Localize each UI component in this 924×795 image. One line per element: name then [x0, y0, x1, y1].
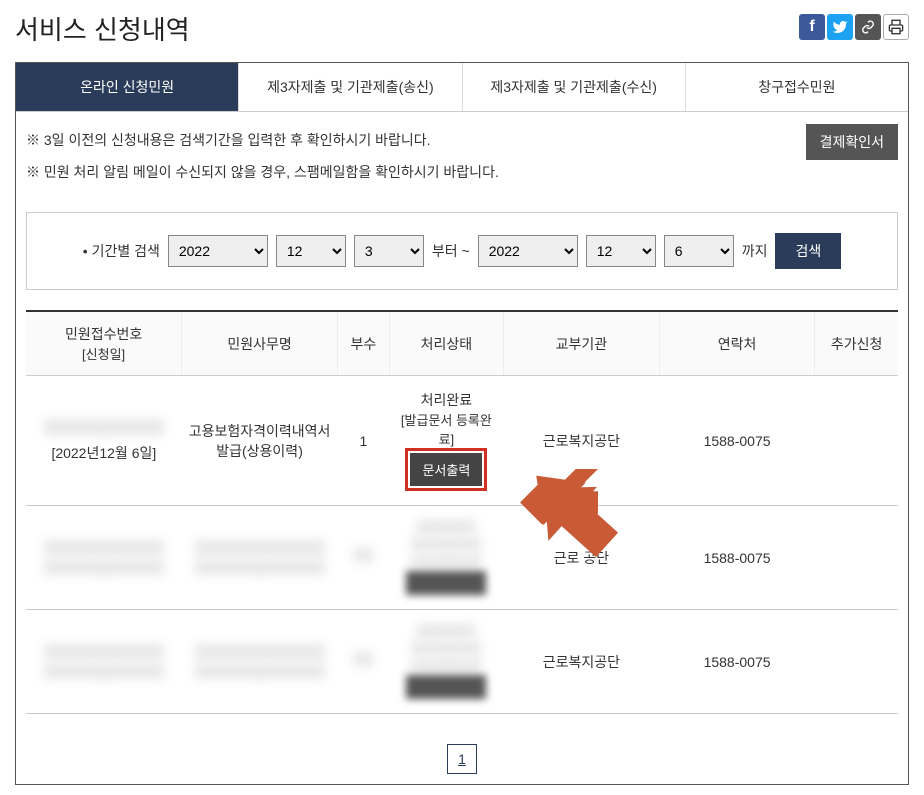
copies-value: 1 [337, 376, 389, 506]
link-icon[interactable] [855, 14, 881, 40]
blurred-content: . [195, 663, 325, 679]
from-year-select[interactable]: 2022 [168, 235, 268, 267]
to-month-select[interactable]: 12 [586, 235, 656, 267]
status-sub: [발급문서 등록완료] [393, 410, 499, 448]
table-row: . [2022년12월 6일] 고용보험자격이력내역서 발급(상용이력) 1 처… [26, 376, 898, 506]
document-print-button[interactable]: 문서출력 [410, 453, 482, 486]
page-title: 서비스 신청내역 [15, 10, 190, 47]
share-toolbar: f [799, 14, 909, 40]
blurred-content: . [353, 548, 373, 562]
col-extra: 추가신청 [815, 311, 898, 376]
blurred-content: . [411, 554, 481, 568]
tab-counter[interactable]: 창구접수민원 [686, 63, 908, 111]
tab-submit-send[interactable]: 제3자제출 및 기관제출(송신) [239, 63, 462, 111]
to-day-select[interactable]: 6 [664, 235, 734, 267]
blurred-content: . [353, 652, 373, 666]
blurred-content [406, 675, 486, 699]
col-status: 처리상태 [389, 311, 503, 376]
blurred-content: . [44, 559, 164, 575]
table-row: .. .. . ... 근로복지공단 1588-0075 [26, 610, 898, 714]
notice-section: ※ 3일 이전의 신청내용은 검색기간을 입력한 후 확인하시기 바랍니다. ※… [16, 112, 908, 204]
blurred-content: . [44, 419, 164, 435]
phone-number: 1588-0075 [659, 376, 815, 506]
search-panel: 기간별 검색 2022 12 3 부터 ~ 2022 12 6 까지 검색 [26, 212, 898, 290]
col-agency: 교부기관 [503, 311, 659, 376]
agency-name: 근로복지공단 [503, 376, 659, 506]
search-button[interactable]: 검색 [775, 233, 841, 269]
to-year-select[interactable]: 2022 [478, 235, 578, 267]
blurred-content: . [44, 663, 164, 679]
pagination: 1 [16, 724, 908, 784]
col-service: 민원사무명 [182, 311, 338, 376]
phone-number: 1588-0075 [659, 610, 815, 714]
tab-online[interactable]: 온라인 신청민원 [16, 63, 239, 111]
payment-confirm-button[interactable]: 결제확인서 [806, 124, 898, 160]
notice-text: ※ 3일 이전의 신청내용은 검색기간을 입력한 후 확인하시기 바랍니다. [26, 130, 898, 150]
blurred-content: . [44, 644, 164, 660]
blurred-content: . [44, 540, 164, 556]
blurred-content [406, 571, 486, 595]
agency-name: 근로복지공단 [503, 610, 659, 714]
agency-name: 근로 공단 [503, 506, 659, 610]
notice-text: ※ 민원 처리 알림 메일이 수신되지 않을 경우, 스팸메일함을 확인하시기 … [26, 162, 898, 182]
blurred-content: . [195, 559, 325, 575]
blurred-content: . [416, 520, 476, 534]
blurred-content: . [411, 658, 481, 672]
blurred-content: . [411, 641, 481, 655]
highlight-box: 문서출력 [405, 448, 487, 491]
tab-submit-receive[interactable]: 제3자제출 및 기관제출(수신) [463, 63, 686, 111]
blurred-content: . [416, 624, 476, 638]
table-row: .. .. . ... 근로 공단 1588-0075 [26, 506, 898, 610]
content-area: 온라인 신청민원 제3자제출 및 기관제출(송신) 제3자제출 및 기관제출(수… [15, 62, 909, 785]
tab-bar: 온라인 신청민원 제3자제출 및 기관제출(송신) 제3자제출 및 기관제출(수… [16, 63, 908, 112]
results-table: 민원접수번호 [신청일] 민원사무명 부수 처리상태 교부기관 연락처 추가신청… [26, 310, 898, 714]
search-suffix-label: 까지 [742, 241, 768, 261]
from-month-select[interactable]: 12 [276, 235, 346, 267]
phone-number: 1588-0075 [659, 506, 815, 610]
search-label: 기간별 검색 [83, 241, 160, 261]
col-copies: 부수 [337, 311, 389, 376]
blurred-content: . [411, 537, 481, 551]
twitter-icon[interactable] [827, 14, 853, 40]
page-number[interactable]: 1 [447, 744, 477, 774]
print-icon[interactable] [883, 14, 909, 40]
blurred-content: . [195, 540, 325, 556]
col-request-no: 민원접수번호 [신청일] [26, 311, 182, 376]
facebook-icon[interactable]: f [799, 14, 825, 40]
service-name: 고용보험자격이력내역서 발급(상용이력) [182, 376, 338, 506]
search-mid-label: 부터 ~ [432, 241, 470, 261]
from-day-select[interactable]: 3 [354, 235, 424, 267]
blurred-content: . [195, 644, 325, 660]
status-text: 처리완료 [393, 390, 499, 410]
col-phone: 연락처 [659, 311, 815, 376]
request-date: [2022년12월 6일] [30, 443, 178, 463]
